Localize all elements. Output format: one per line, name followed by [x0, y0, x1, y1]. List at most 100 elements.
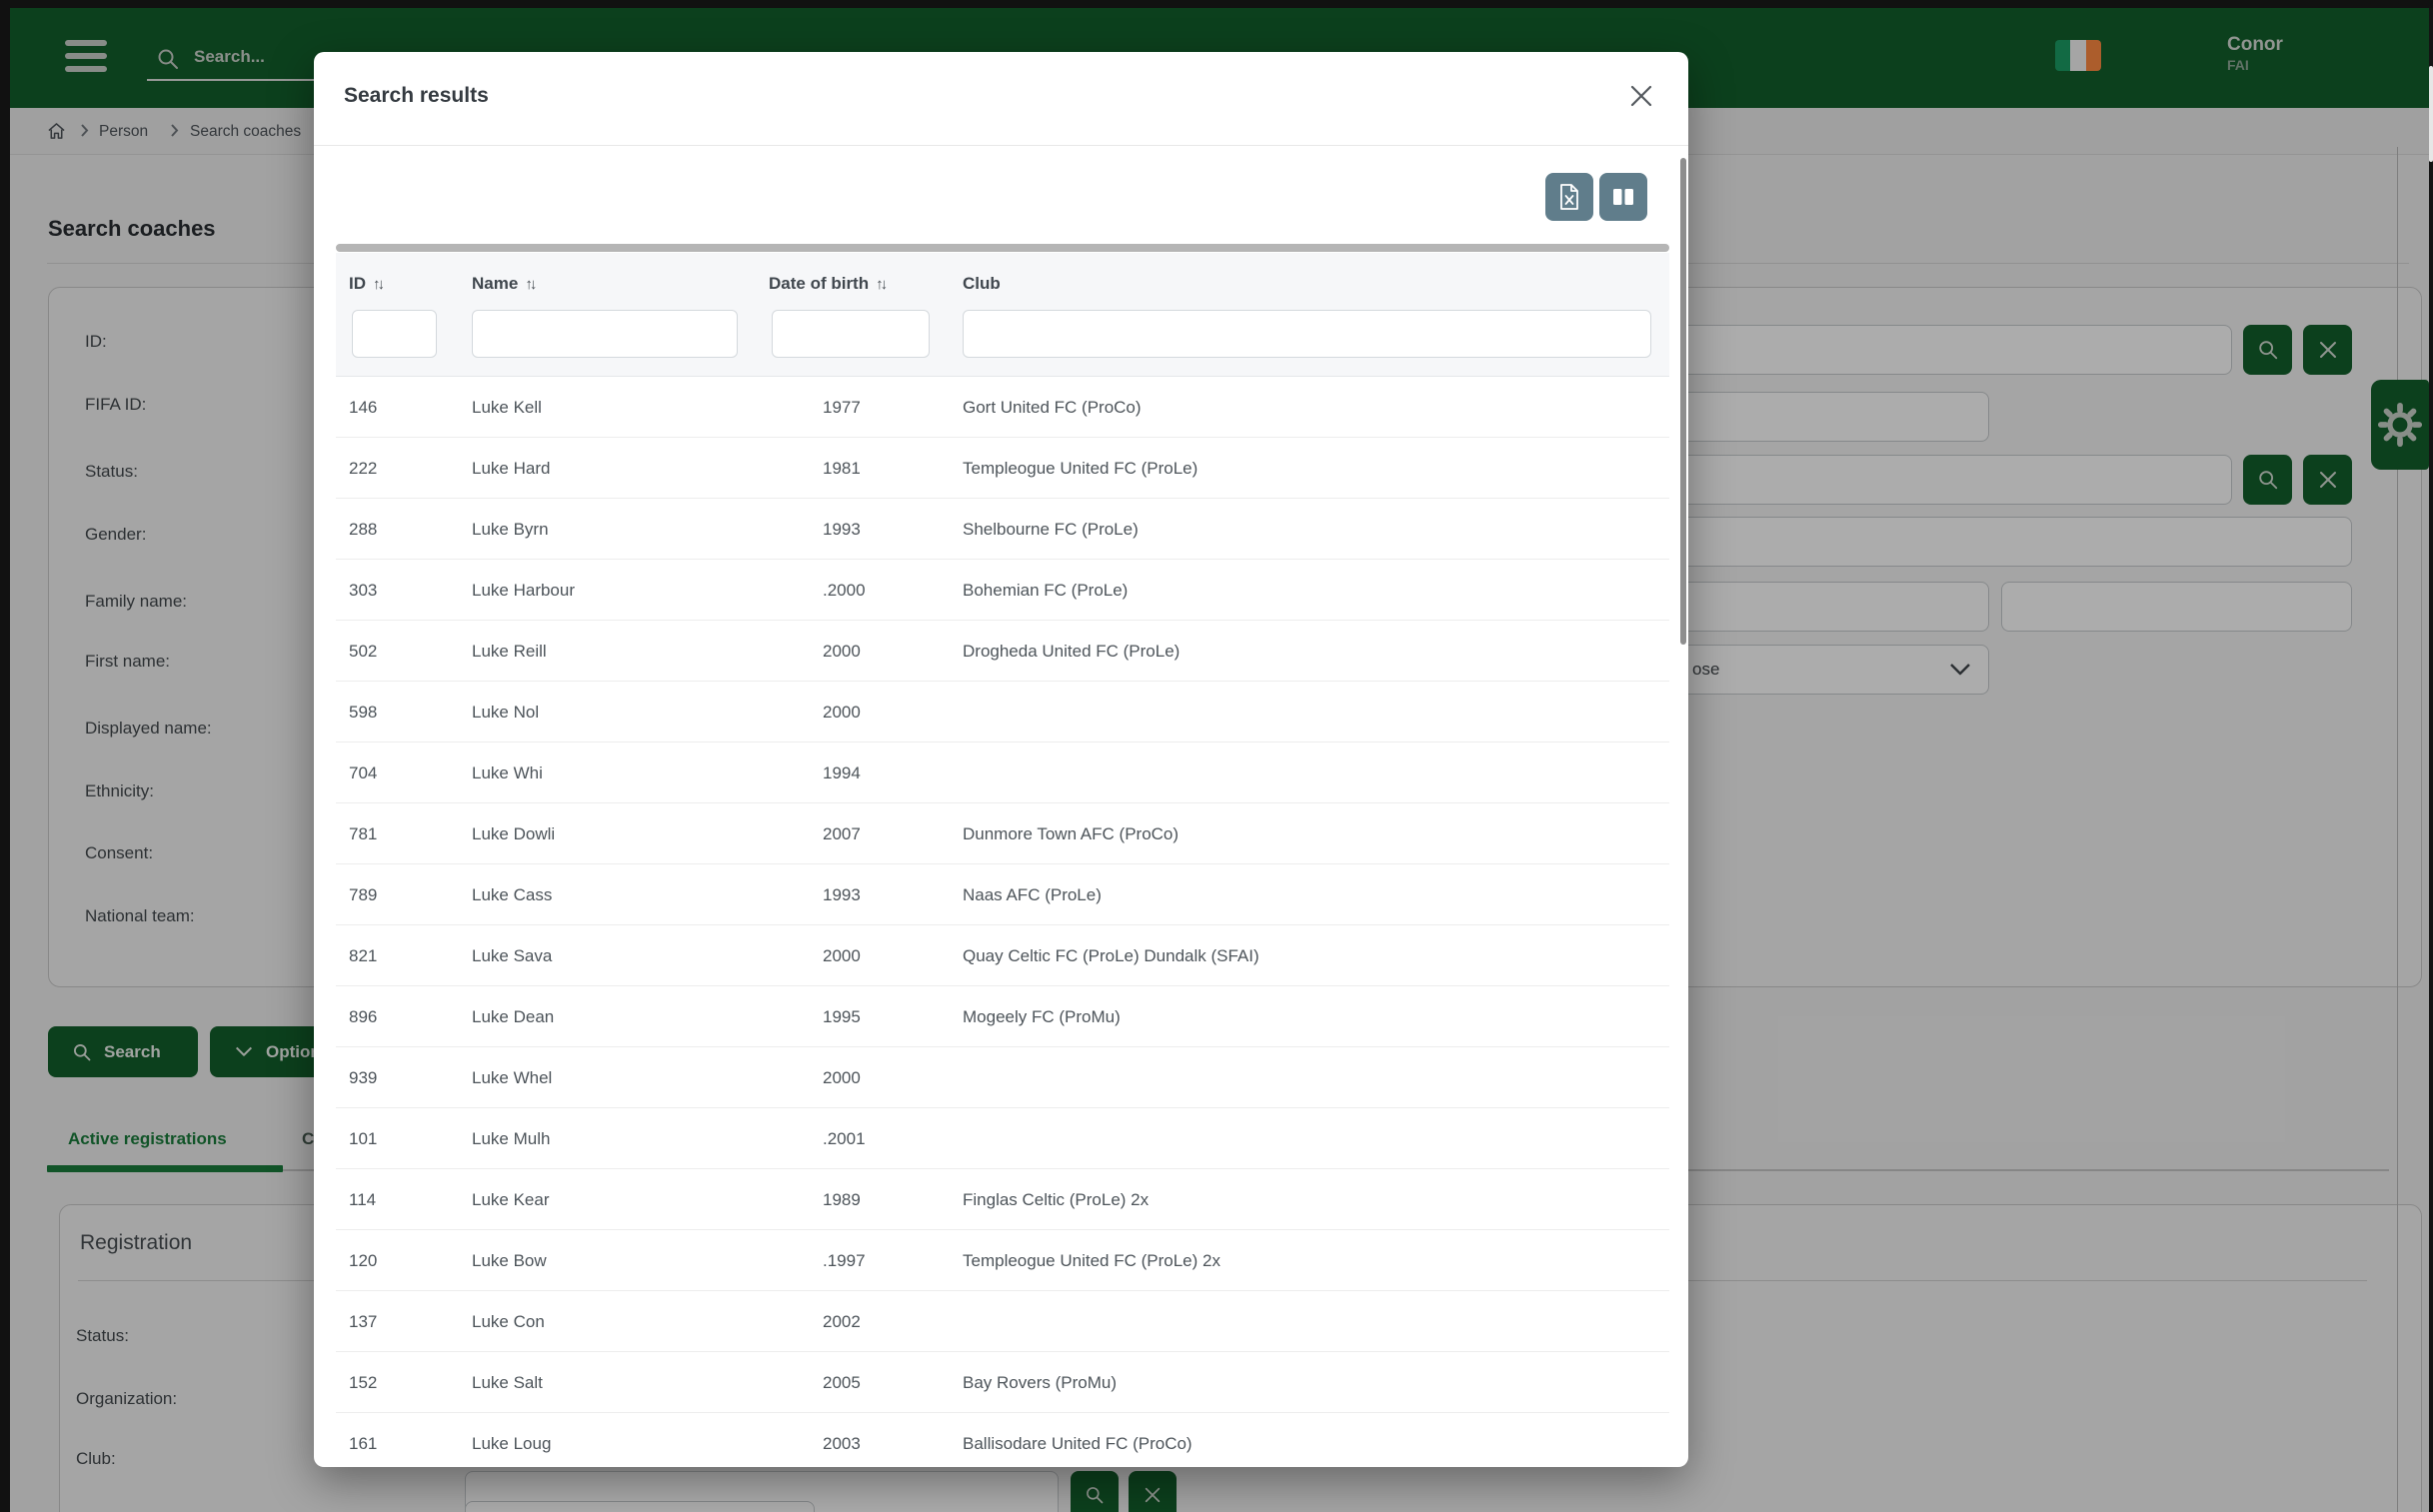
cell-club: Templeogue United FC (ProLe) 2x — [963, 1230, 1662, 1291]
table-row[interactable]: 161 Luke Loug 2003 Ballisodare United FC… — [336, 1413, 1669, 1467]
cell-id: 120 — [349, 1230, 467, 1291]
table-row[interactable]: 288 Luke Byrn 1993 Shelbourne FC (ProLe) — [336, 499, 1669, 560]
cell-name: Luke Salt — [472, 1352, 802, 1413]
cell-dob: 2005 — [823, 1352, 973, 1413]
cell-club: Naas AFC (ProLe) — [963, 864, 1662, 925]
filter-name-input[interactable] — [472, 310, 738, 358]
table-row[interactable]: 896 Luke Dean 1995 Mogeely FC (ProMu) — [336, 986, 1669, 1047]
cell-id: 704 — [349, 743, 467, 803]
cell-club: Templeogue United FC (ProLe) — [963, 438, 1662, 499]
column-header-name[interactable]: Name↑↓ — [472, 274, 534, 294]
cell-dob: 2000 — [823, 925, 973, 986]
cell-name: Luke Dean — [472, 986, 802, 1047]
table-row[interactable]: 101 Luke Mulh .2001 — [336, 1108, 1669, 1169]
cell-name: Luke Whi — [472, 743, 802, 803]
cell-name: Luke Byrn — [472, 499, 802, 560]
cell-id: 598 — [349, 682, 467, 743]
cell-name: Luke Con — [472, 1291, 802, 1352]
cell-name: Luke Nol — [472, 682, 802, 743]
cell-club: Finglas Celtic (ProLe) 2x — [963, 1169, 1662, 1230]
table-row[interactable]: 303 Luke Harbour .2000 Bohemian FC (ProL… — [336, 560, 1669, 621]
table-row[interactable]: 137 Luke Con 2002 — [336, 1291, 1669, 1352]
sort-icon[interactable]: ↑↓ — [373, 276, 382, 293]
cell-club: Bay Rovers (ProMu) — [963, 1352, 1662, 1413]
cell-club — [963, 743, 1662, 803]
cell-dob: 2000 — [823, 621, 973, 682]
file-export-icon — [1558, 184, 1580, 210]
cell-dob: 2003 — [823, 1413, 973, 1467]
table-row[interactable]: 939 Luke Whel 2000 — [336, 1047, 1669, 1108]
cell-club: Gort United FC (ProCo) — [963, 377, 1662, 438]
cell-dob: 1981 — [823, 438, 973, 499]
cell-name: Luke Kear — [472, 1169, 802, 1230]
cell-club: Bohemian FC (ProLe) — [963, 560, 1662, 621]
table-row[interactable]: 821 Luke Sava 2000 Quay Celtic FC (ProLe… — [336, 925, 1669, 986]
cell-dob: 1995 — [823, 986, 973, 1047]
table-horizontal-scrollbar[interactable] — [336, 244, 1669, 252]
cell-dob: 2000 — [823, 1047, 973, 1108]
table-row[interactable]: 152 Luke Salt 2005 Bay Rovers (ProMu) — [336, 1352, 1669, 1413]
cell-club: Dunmore Town AFC (ProCo) — [963, 803, 1662, 864]
table-row[interactable]: 222 Luke Hard 1981 Templeogue United FC … — [336, 438, 1669, 499]
cell-name: Luke Hard — [472, 438, 802, 499]
cell-dob: 2000 — [823, 682, 973, 743]
cell-id: 502 — [349, 621, 467, 682]
cell-dob: .2001 — [823, 1108, 973, 1169]
column-header-dob[interactable]: Date of birth↑↓ — [769, 274, 885, 294]
cell-dob: 1993 — [823, 864, 973, 925]
search-results-modal: Search results ID↑↓ Name↑↓ Date of birth… — [314, 52, 1688, 1467]
cell-dob: 1993 — [823, 499, 973, 560]
filter-dob-input[interactable] — [772, 310, 930, 358]
cell-name: Luke Cass — [472, 864, 802, 925]
cell-club — [963, 1291, 1662, 1352]
column-header-club: Club — [963, 274, 1001, 294]
cell-id: 789 — [349, 864, 467, 925]
sort-icon[interactable]: ↑↓ — [876, 276, 885, 293]
cell-id: 939 — [349, 1047, 467, 1108]
table-row[interactable]: 114 Luke Kear 1989 Finglas Celtic (ProLe… — [336, 1169, 1669, 1230]
cell-name: Luke Reill — [472, 621, 802, 682]
cell-dob: 2007 — [823, 803, 973, 864]
modal-title: Search results — [344, 84, 489, 108]
cell-name: Luke Kell — [472, 377, 802, 438]
cell-club: Drogheda United FC (ProLe) — [963, 621, 1662, 682]
cell-dob: .1997 — [823, 1230, 973, 1291]
column-header-id[interactable]: ID↑↓ — [349, 274, 382, 294]
cell-id: 114 — [349, 1169, 467, 1230]
cell-id: 222 — [349, 438, 467, 499]
cell-dob: 2002 — [823, 1291, 973, 1352]
cell-name: Luke Sava — [472, 925, 802, 986]
cell-club — [963, 1108, 1662, 1169]
table-row[interactable]: 704 Luke Whi 1994 — [336, 743, 1669, 803]
column-settings-button[interactable] — [1599, 173, 1647, 221]
results-table-body: 146 Luke Kell 1977 Gort United FC (ProCo… — [336, 377, 1669, 1467]
modal-close-button[interactable] — [1623, 78, 1659, 114]
cell-id: 101 — [349, 1108, 467, 1169]
modal-header-divider — [314, 145, 1688, 146]
table-row[interactable]: 789 Luke Cass 1993 Naas AFC (ProLe) — [336, 864, 1669, 925]
sort-icon[interactable]: ↑↓ — [525, 276, 534, 293]
cell-id: 303 — [349, 560, 467, 621]
cell-club — [963, 1047, 1662, 1108]
filter-club-input[interactable] — [963, 310, 1651, 358]
table-row[interactable]: 120 Luke Bow .1997 Templeogue United FC … — [336, 1230, 1669, 1291]
table-row[interactable]: 502 Luke Reill 2000 Drogheda United FC (… — [336, 621, 1669, 682]
table-row[interactable]: 146 Luke Kell 1977 Gort United FC (ProCo… — [336, 377, 1669, 438]
cell-id: 896 — [349, 986, 467, 1047]
table-row[interactable]: 598 Luke Nol 2000 — [336, 682, 1669, 743]
cell-id: 161 — [349, 1413, 467, 1467]
export-excel-button[interactable] — [1545, 173, 1593, 221]
cell-dob: .2000 — [823, 560, 973, 621]
filter-id-input[interactable] — [352, 310, 437, 358]
page-scrollbar-thumb[interactable] — [2429, 66, 2433, 162]
cell-id: 152 — [349, 1352, 467, 1413]
close-icon — [1629, 84, 1653, 108]
cell-name: Luke Loug — [472, 1413, 802, 1467]
table-row[interactable]: 781 Luke Dowli 2007 Dunmore Town AFC (Pr… — [336, 803, 1669, 864]
cell-club: Quay Celtic FC (ProLe) Dundalk (SFAI) — [963, 925, 1662, 986]
cell-club — [963, 682, 1662, 743]
cell-club: Ballisodare United FC (ProCo) — [963, 1413, 1662, 1467]
cell-id: 137 — [349, 1291, 467, 1352]
modal-scrollbar-thumb[interactable] — [1680, 158, 1686, 645]
cell-dob: 1977 — [823, 377, 973, 438]
